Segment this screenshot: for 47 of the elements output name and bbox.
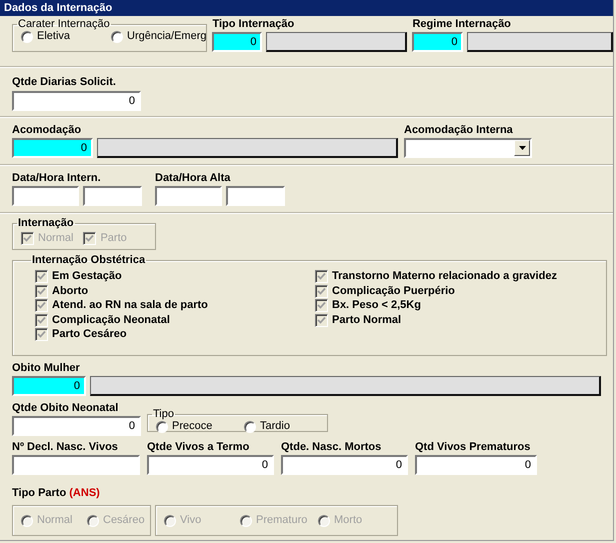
dropdown-button[interactable] (514, 140, 530, 156)
field-label: Qtde Diarias Solicit. (12, 76, 116, 89)
input-field[interactable] (226, 186, 285, 206)
radio-button[interactable]: Tardio (244, 420, 290, 433)
field-label: Qtde. Nasc. Mortos (281, 441, 382, 454)
input-field[interactable]: 0 (281, 455, 408, 475)
description-field[interactable] (467, 32, 613, 52)
input-field[interactable]: 0 (415, 455, 537, 475)
input-field[interactable] (155, 186, 222, 206)
description-field[interactable] (266, 32, 408, 52)
radio-button[interactable]: Eletiva (21, 30, 111, 43)
field-label: Qtde Obito Neonatal (12, 402, 118, 415)
description-field[interactable] (97, 138, 398, 158)
code-field[interactable]: 0 (12, 376, 86, 396)
check-icon (23, 234, 32, 243)
field-label: Acomodação (12, 124, 82, 137)
input-field[interactable]: 0 (12, 91, 141, 111)
group-legend: Internação Obstétrica (31, 254, 146, 266)
code-field[interactable]: 0 (12, 138, 93, 158)
dropdown[interactable] (404, 138, 532, 158)
caret-icon (518, 146, 526, 150)
field-label: Obito Mulher (12, 362, 80, 375)
panel-title: Dados da Internação (0, 0, 613, 16)
ans-tag: (ANS) (69, 487, 100, 499)
field-label: Nº Decl. Nasc. Vivos (12, 441, 118, 454)
input-field[interactable] (12, 455, 140, 475)
input-field[interactable]: 0 (12, 416, 141, 436)
code-field[interactable]: 0 (412, 32, 464, 52)
radio-button[interactable]: Urgência/Emerg (111, 30, 206, 43)
field-label: Data/Hora Alta (155, 172, 230, 185)
radio-button[interactable]: Precoce (156, 420, 244, 433)
group-legend: Tipo (152, 408, 175, 420)
group-legend: Carater Internação (17, 18, 111, 30)
field-label: Tipo Internação (212, 18, 294, 31)
field-label: Qtde Vivos a Termo (147, 441, 250, 454)
description-field[interactable] (90, 376, 601, 396)
field-label: Acomodação Interna (404, 124, 513, 137)
code-field[interactable]: 0 (212, 32, 262, 52)
field-label: Qtd Vivos Prematuros (415, 441, 530, 454)
field-label: Regime Internação (412, 18, 511, 31)
field-label: Tipo Parto (12, 487, 68, 500)
input-field[interactable] (83, 186, 142, 206)
input-field[interactable] (12, 186, 79, 206)
field-label: Data/Hora Intern. (12, 172, 101, 185)
check-icon (85, 234, 94, 243)
input-field[interactable]: 0 (147, 455, 274, 475)
group-legend: Internação (17, 217, 75, 229)
